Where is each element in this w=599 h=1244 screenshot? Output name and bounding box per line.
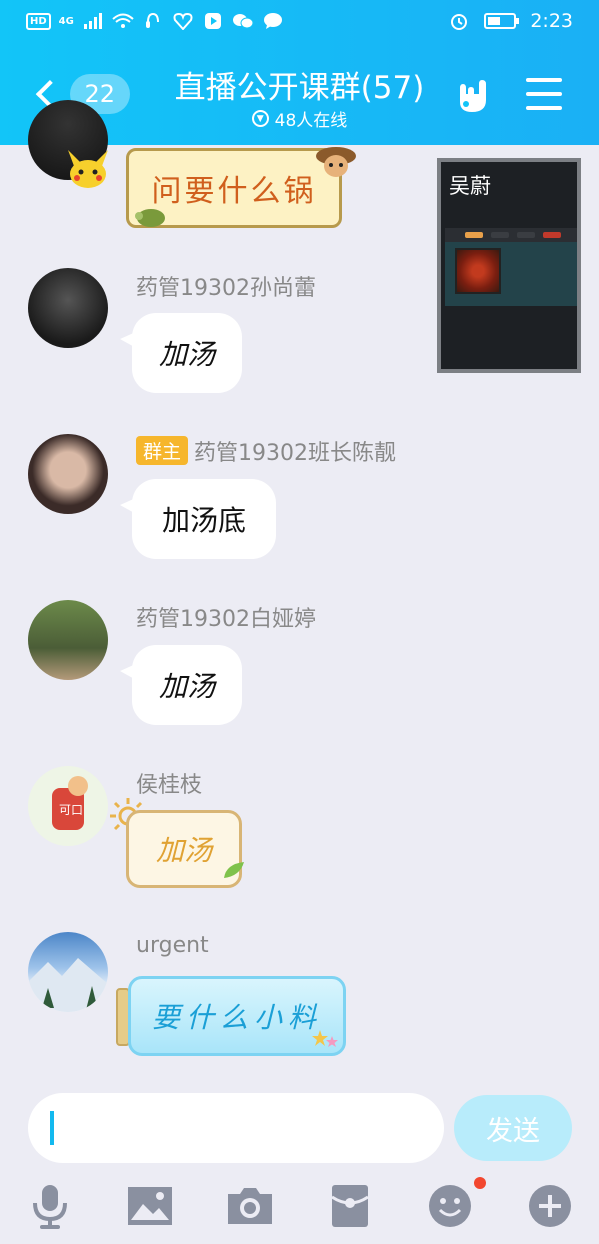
message-bubble[interactable]: 加汤底: [120, 479, 276, 559]
hd-badge: HD: [26, 12, 51, 30]
message-input[interactable]: [28, 1093, 444, 1163]
avatar[interactable]: [28, 932, 108, 1012]
message-text: 加汤: [158, 670, 215, 703]
avatar[interactable]: [28, 268, 108, 348]
status-bar: HD 4G 2:23: [0, 0, 599, 44]
text-cursor: [50, 1111, 54, 1145]
food-image: [455, 248, 501, 294]
notification-dot: [474, 1177, 486, 1189]
health-icon: [172, 12, 194, 30]
leaf-decoration: [222, 860, 246, 880]
red-packet-icon[interactable]: [324, 1180, 376, 1232]
message-bubble[interactable]: 加汤: [120, 313, 242, 393]
online-count: 48人在线: [274, 111, 348, 131]
chevron-down-circle-icon: ▼: [251, 110, 269, 127]
alarm-icon: [448, 12, 470, 30]
shared-screen: [445, 228, 577, 306]
sender-name: urgent: [136, 933, 209, 958]
live-video-window[interactable]: 吴蔚: [437, 158, 581, 373]
pikachu-sticker-decoration: [66, 148, 110, 190]
sender-name: 药管19302班长陈靓: [194, 441, 397, 466]
plus-icon[interactable]: [524, 1180, 576, 1232]
send-button[interactable]: 发送: [454, 1095, 572, 1161]
sender-name: 药管19302孙尚蕾: [136, 276, 316, 301]
sender-line: 群主 药管19302班长陈靓: [136, 435, 396, 467]
headset-icon: [142, 12, 164, 30]
star-decoration: [310, 1028, 340, 1050]
wifi-icon: [112, 12, 134, 30]
signal-icon: [82, 12, 104, 30]
owner-badge: 群主: [136, 436, 189, 465]
message-bubble[interactable]: 加汤: [120, 645, 242, 725]
rock-hand-icon[interactable]: [452, 74, 494, 116]
sender-name: 药管19302白娅婷: [136, 607, 316, 632]
status-time: 2:23: [530, 10, 573, 32]
avatar[interactable]: 可口: [28, 766, 108, 846]
avatar[interactable]: [28, 434, 108, 514]
camera-icon[interactable]: [224, 1180, 276, 1232]
network-label: 4G: [58, 15, 74, 27]
battery-icon: [484, 13, 520, 29]
wechat-icon: [232, 12, 254, 30]
message-icon: [262, 12, 284, 30]
microphone-icon[interactable]: [24, 1180, 76, 1232]
image-icon[interactable]: [124, 1180, 176, 1232]
message-text: 加汤底: [161, 504, 246, 537]
sender-name: 侯桂枝: [136, 773, 203, 798]
message-text: 加汤: [158, 338, 215, 371]
menu-button[interactable]: [526, 78, 562, 110]
video-app-icon: [202, 12, 224, 30]
emoji-icon[interactable]: [424, 1180, 476, 1232]
teemo-decoration: [314, 140, 358, 180]
turtle-decoration: [134, 204, 168, 228]
group-title[interactable]: 直播公开课群(57): [0, 62, 599, 107]
avatar[interactable]: [28, 600, 108, 680]
presenter-name: 吴蔚: [449, 174, 491, 198]
svg-text:可口: 可口: [59, 803, 83, 817]
input-toolbar: [0, 1172, 599, 1244]
